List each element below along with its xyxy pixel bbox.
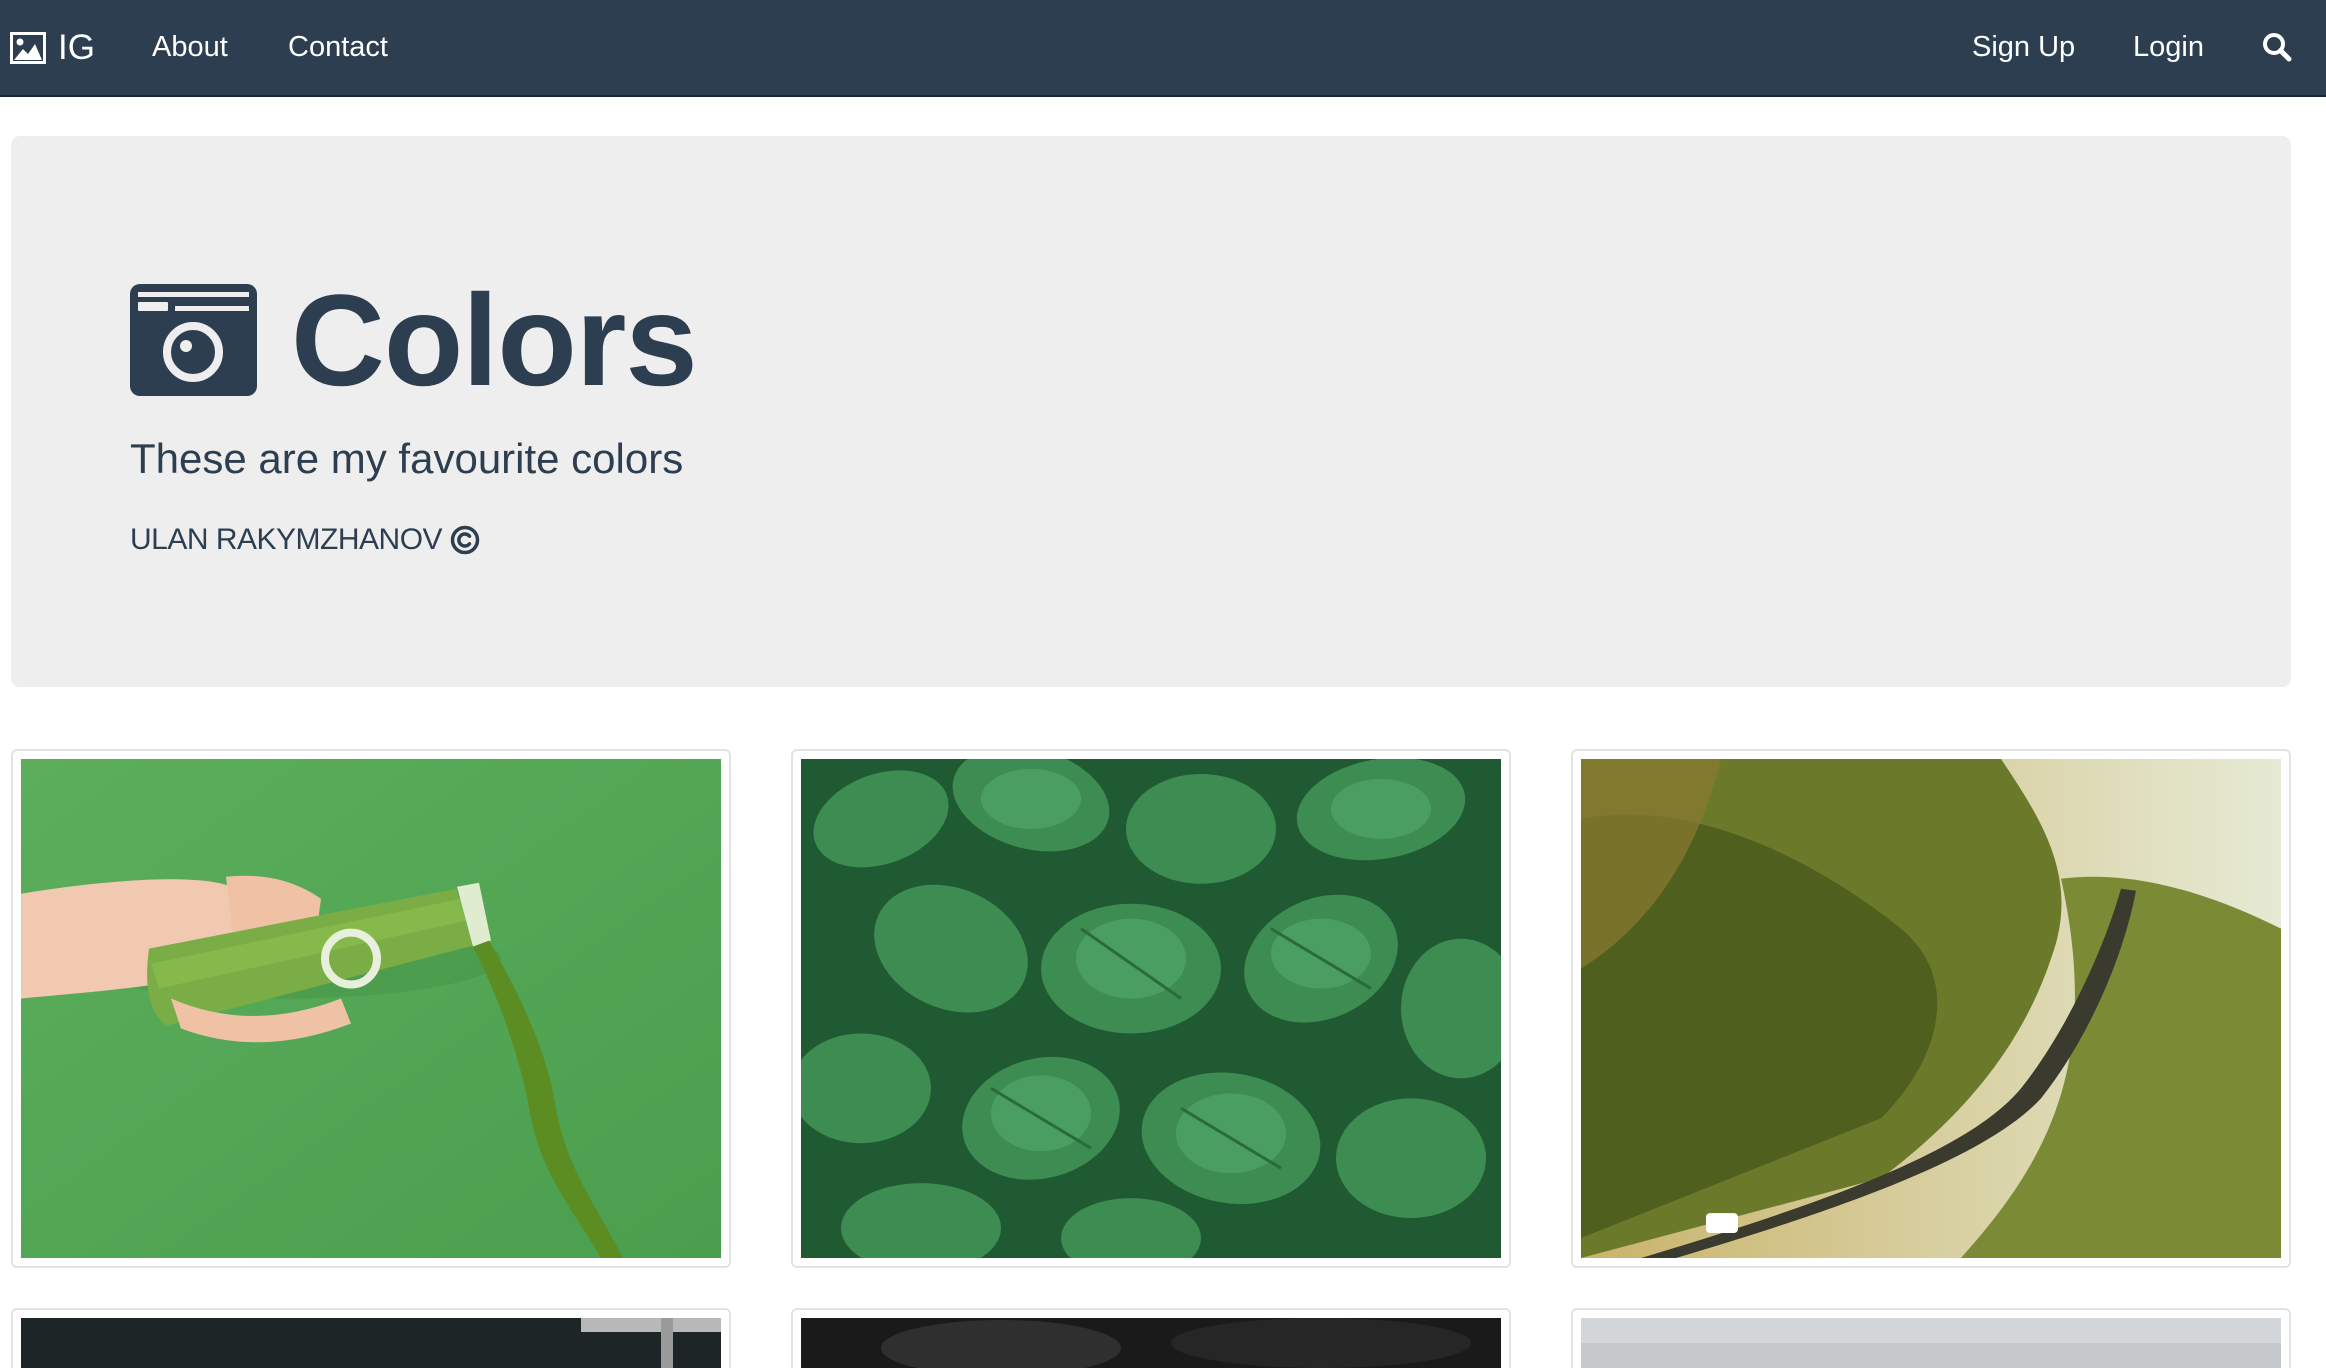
misty-sky-photo	[1581, 1318, 2281, 1368]
photo-thumbnail[interactable]	[1571, 749, 2291, 1268]
hero-author: ULAN RAKYMZHANOV	[130, 523, 480, 557]
hero-title-text: Colors	[291, 267, 698, 413]
photo-thumbnail[interactable]	[791, 1308, 1511, 1368]
photo-thumbnail[interactable]	[11, 1308, 731, 1368]
nav-login[interactable]: Login	[2133, 0, 2204, 95]
green-juice-photo	[21, 759, 721, 1258]
hero-subtitle: These are my favourite colors	[130, 435, 684, 482]
search-icon[interactable]	[2262, 32, 2292, 62]
green-leaves-photo	[801, 759, 1501, 1258]
nav-contact[interactable]: Contact	[288, 0, 388, 95]
brand-text: IG	[58, 27, 95, 67]
dark-building-photo	[21, 1318, 721, 1368]
nav-about[interactable]: About	[152, 0, 228, 95]
navbar: IG About Contact Sign Up Login	[0, 0, 2326, 97]
brand-link[interactable]: IG	[10, 0, 95, 95]
photo-thumbnail[interactable]	[11, 749, 731, 1268]
photo-thumbnail[interactable]	[791, 749, 1511, 1268]
dark-grayscale-photo	[801, 1318, 1501, 1368]
mountain-road-photo	[1581, 759, 2281, 1258]
author-name: ULAN RAKYMZHANOV	[130, 523, 443, 556]
camera-icon	[130, 284, 257, 396]
photo-thumbnail[interactable]	[1571, 1308, 2291, 1368]
image-icon	[10, 31, 46, 64]
hero-title: Colors	[130, 275, 698, 405]
nav-sign-up[interactable]: Sign Up	[1972, 0, 2075, 95]
copyright-icon	[450, 525, 480, 555]
